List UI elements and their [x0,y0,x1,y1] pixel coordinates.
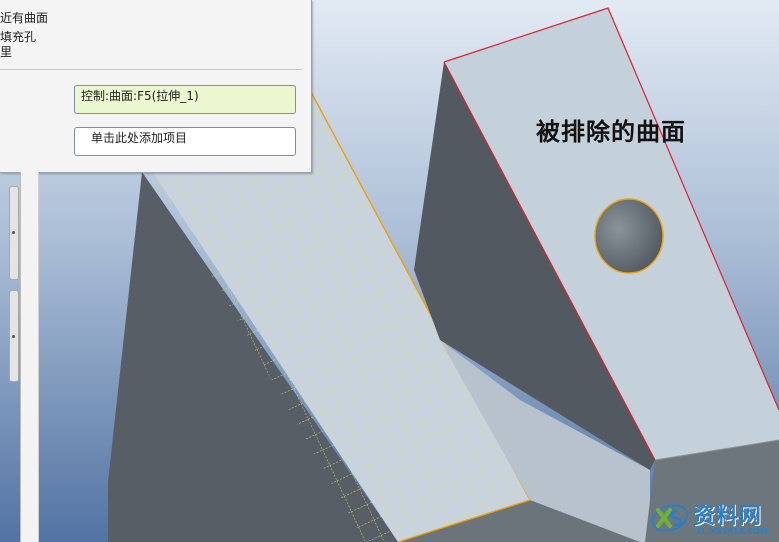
control-surface-collector[interactable]: 控制:曲面:F5(拉伸_1) [74,85,296,114]
sidebar-strip [20,172,39,542]
panel-resize-handle[interactable] [9,186,19,280]
excluded-surface-annotation: 被排除的曲面 [536,118,686,146]
watermark-logo-icon [651,504,689,532]
hole-icon[interactable] [594,198,664,274]
option-all-surfaces[interactable]: 近有曲面 [0,10,48,26]
grip-dot-icon [12,231,15,234]
panel-divider [0,69,302,70]
watermark-title: 资料网 [693,504,763,529]
option-fill-holes[interactable]: 填充孔 [0,29,36,45]
options-panel: 近有曲面 填充孔 里 控制:曲面:F5(拉伸_1) 单击此处添加项目 [0,0,312,173]
watermark: 资料网 ZL.XS1616.COM [648,496,779,542]
watermark-url: ZL.XS1616.COM [696,527,768,536]
add-item-collector[interactable]: 单击此处添加项目 [74,127,296,156]
option-third[interactable]: 里 [0,44,12,60]
panel-resize-handle[interactable] [9,290,19,382]
grip-dot-icon [12,335,15,338]
